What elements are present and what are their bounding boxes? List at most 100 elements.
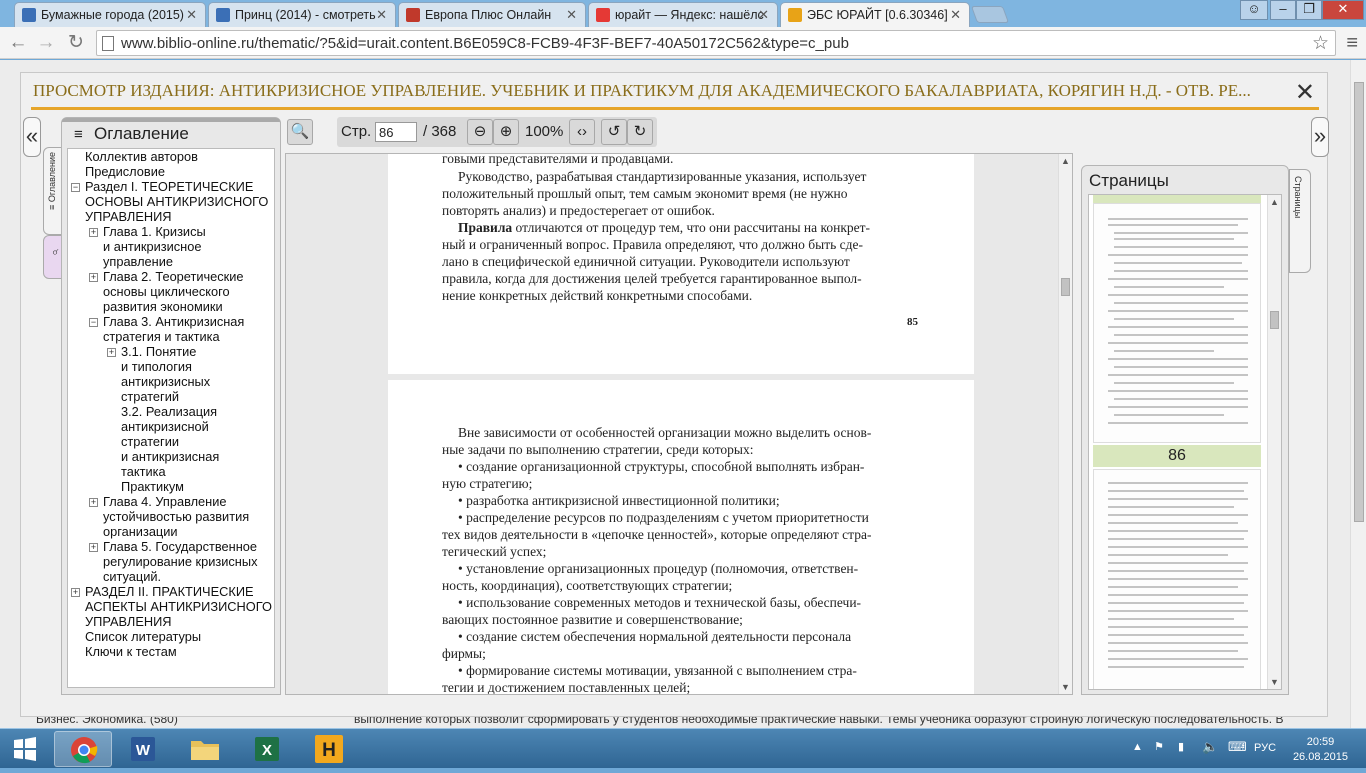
page-text-line: отличаются от процедур тем, что они расс…: [512, 220, 871, 235]
toc-item-label: Список литературы: [85, 629, 202, 644]
expand-icon[interactable]: +: [89, 498, 98, 507]
minimize-icon[interactable]: –: [1270, 0, 1296, 20]
browser-tab-5-active[interactable]: ЭБС ЮРАЙТ [0.6.30346] ✕: [780, 2, 970, 28]
user-icon[interactable]: ☺: [1240, 0, 1268, 20]
page-scrollbar[interactable]: [1350, 60, 1366, 728]
pages-panel: Страницы 86 ▲ ▼: [1081, 165, 1289, 695]
browser-tab-2[interactable]: Принц (2014) - смотреть ✕: [208, 2, 396, 27]
expand-icon[interactable]: +: [107, 348, 116, 357]
rotate-right-button[interactable]: ↻: [627, 119, 653, 145]
toc-item[interactable]: Глава 4. Управление устойчивостью развит…: [103, 494, 249, 539]
start-button[interactable]: [0, 731, 50, 767]
toc-item[interactable]: Глава 5. Государственное регулирование к…: [103, 539, 257, 584]
network-icon[interactable]: ▮: [1178, 740, 1184, 753]
toc-item[interactable]: Список литературы: [85, 629, 201, 644]
close-window-icon[interactable]: ✕: [1322, 0, 1364, 20]
flag-icon[interactable]: ⚑: [1154, 740, 1164, 753]
restore-icon[interactable]: ❐: [1296, 0, 1322, 20]
expand-icon[interactable]: +: [89, 543, 98, 552]
expand-icon[interactable]: +: [71, 588, 80, 597]
page-text-line: • распределение ресурсов по подразделени…: [458, 510, 869, 525]
reload-icon[interactable]: ↻: [64, 32, 88, 54]
volume-icon[interactable]: 🔈: [1202, 739, 1218, 755]
pages-side-tab[interactable]: Страницы: [1289, 169, 1311, 273]
page-text-line: • установление организационных процедур …: [458, 561, 859, 576]
close-tab-icon[interactable]: ✕: [186, 7, 197, 23]
browser-tab-4[interactable]: юрайт — Яндекс: нашёлс ✕: [588, 2, 778, 27]
back-icon[interactable]: ←: [6, 32, 30, 54]
page-text-line: повторять анализ) и предостерегает от ош…: [442, 203, 715, 218]
fit-width-button[interactable]: ‹›: [569, 119, 595, 145]
close-icon[interactable]: ✕: [1295, 78, 1315, 107]
expand-icon[interactable]: +: [89, 273, 98, 282]
browser-tab-strip: Бумажные города (2015) ✕ Принц (2014) - …: [0, 0, 1366, 28]
toc-item[interactable]: Глава 2. Теоретические основы циклическо…: [103, 269, 244, 314]
rotate-left-button[interactable]: ↺: [601, 119, 627, 145]
show-hidden-icons[interactable]: ▲: [1132, 741, 1143, 753]
keyboard-icon[interactable]: ⌨: [1228, 739, 1247, 755]
toc-item[interactable]: Глава 3. Антикризисная стратегия и такти…: [103, 314, 244, 344]
menu-icon[interactable]: ≡: [1346, 32, 1358, 55]
page-thumbnail-86[interactable]: [1093, 203, 1261, 443]
thumbnail-scroll-thumb[interactable]: [1270, 311, 1279, 329]
excel-taskbar-button[interactable]: X: [238, 731, 296, 767]
toc-item-label: АСПЕКТЫ АНТИКРИЗИСНОГО: [85, 599, 272, 614]
chrome-icon: [71, 737, 98, 764]
page-number-input[interactable]: [375, 122, 417, 142]
toc-item[interactable]: Раздел I. ТЕОРЕТИЧЕСКИЕ ОСНОВЫ АНТИКРИЗИ…: [85, 179, 268, 224]
address-bar[interactable]: www.biblio-online.ru/thematic/?5&id=urai…: [96, 30, 1336, 56]
zoom-in-button[interactable]: ⊕: [493, 119, 519, 145]
collapse-right-button[interactable]: »: [1311, 117, 1329, 157]
collapse-icon[interactable]: −: [71, 183, 80, 192]
bookmark-star-icon[interactable]: ☆: [1312, 32, 1329, 55]
browser-tab-1[interactable]: Бумажные города (2015) ✕: [14, 2, 206, 27]
toc-panel: ≡ Оглавление Коллектив авторов Предислови…: [61, 117, 281, 695]
collapse-icon[interactable]: −: [89, 318, 98, 327]
scroll-up-icon[interactable]: ▲: [1270, 197, 1279, 207]
toc-item[interactable]: 3.2. Реализация антикризисной стратегии …: [121, 404, 219, 494]
chrome-taskbar-button[interactable]: [54, 731, 112, 767]
toc-item[interactable]: Ключи к тестам: [85, 644, 177, 659]
page-thumbnail-87[interactable]: [1093, 469, 1261, 689]
app-h-taskbar-button[interactable]: H: [300, 731, 358, 767]
toc-item[interactable]: РАЗДЕЛ II. ПРАКТИЧЕСКИЕ АСПЕКТЫ АНТИКРИЗ…: [85, 584, 272, 629]
tab-title: юрайт — Яндекс: нашёлс: [615, 8, 764, 22]
current-page-label: 86: [1093, 445, 1261, 467]
expand-icon[interactable]: +: [89, 228, 98, 237]
collapse-left-button[interactable]: «: [23, 117, 41, 157]
url-text: www.biblio-online.ru/thematic/?5&id=urai…: [121, 35, 849, 52]
explorer-taskbar-button[interactable]: [176, 731, 234, 767]
thumbnail-scrollbar[interactable]: ▲ ▼: [1267, 195, 1281, 689]
document-view[interactable]: говыми представителями и продавцами. Рук…: [285, 153, 1073, 695]
word-taskbar-button[interactable]: W: [114, 731, 172, 767]
zoom-out-button[interactable]: ⊖: [467, 119, 493, 145]
scroll-down-icon[interactable]: ▼: [1270, 677, 1279, 687]
clock[interactable]: 20:59 26.08.2015: [1293, 735, 1348, 765]
toc-item-label: основы циклического: [103, 284, 230, 299]
toc-item[interactable]: Предисловие: [85, 164, 165, 179]
toc-item-label: Глава 5. Государственное: [103, 539, 258, 554]
toc-item-label: Глава 3. Антикризисная: [103, 314, 245, 329]
toc-item[interactable]: Глава 1. Кризисы и антикризисное управле…: [103, 224, 206, 269]
windows-taskbar: W X H ▲ ⚑ ▮ 🔈 ⌨ РУС 20:59 26.08.2015: [0, 728, 1366, 768]
toc-item[interactable]: 3.1. Понятие и типология антикризисных с…: [121, 344, 210, 404]
document-scroll-thumb[interactable]: [1061, 278, 1070, 296]
browser-tab-3[interactable]: Европа Плюс Онлайн ✕: [398, 2, 586, 27]
magnifier-icon: 🔍: [290, 123, 310, 140]
scroll-up-icon[interactable]: ▲: [1061, 156, 1070, 166]
close-tab-icon[interactable]: ✕: [566, 7, 577, 23]
page-viewport: Бизнес. Экономика. (580) выполнение кото…: [0, 60, 1350, 728]
scroll-down-icon[interactable]: ▼: [1061, 682, 1070, 692]
search-button[interactable]: 🔍: [287, 119, 313, 145]
close-tab-icon[interactable]: ✕: [758, 7, 769, 23]
close-tab-icon[interactable]: ✕: [376, 7, 387, 23]
toc-item-label: регулирование кризисных: [103, 554, 258, 569]
page-scroll-thumb[interactable]: [1354, 82, 1364, 522]
language-indicator[interactable]: РУС: [1254, 742, 1276, 754]
new-tab-button[interactable]: [970, 6, 1010, 23]
toc-item[interactable]: Коллектив авторов: [85, 149, 198, 164]
close-tab-icon[interactable]: ✕: [950, 7, 961, 23]
forward-icon[interactable]: →: [34, 32, 58, 54]
svg-text:W: W: [136, 742, 151, 759]
document-scrollbar[interactable]: ▲ ▼: [1058, 154, 1072, 694]
